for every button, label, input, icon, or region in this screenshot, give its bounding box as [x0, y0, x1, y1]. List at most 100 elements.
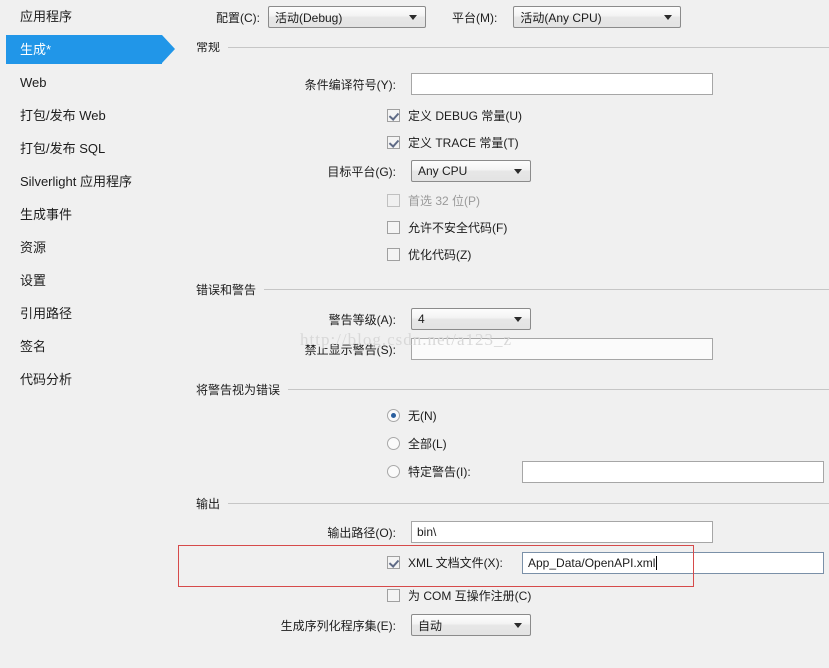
serialization-assembly-label: 生成序列化程序集(E): — [280, 618, 396, 633]
group-divider — [228, 47, 829, 48]
prefer-32bit-label: 首选 32 位(P) — [408, 194, 481, 208]
chevron-down-icon — [664, 15, 673, 20]
treat-warnings-none-label: 无(N) — [408, 409, 437, 423]
treat-warnings-group-header: 将警告视为错误 — [196, 381, 829, 398]
optimize-code-checkbox-row[interactable]: 优化代码(Z) — [387, 246, 471, 263]
sidebar: 应用程序 生成* Web 打包/发布 Web 打包/发布 SQL Silverl… — [0, 0, 182, 666]
configuration-row: 配置(C): 活动(Debug) 平台(M): 活动(Any CPU) — [216, 6, 682, 28]
sidebar-item-package-publish-sql[interactable]: 打包/发布 SQL — [0, 132, 182, 165]
sidebar-item-code-analysis[interactable]: 代码分析 — [0, 363, 182, 396]
sidebar-item-label: 打包/发布 Web — [20, 108, 106, 123]
define-debug-checkbox-row[interactable]: 定义 DEBUG 常量(U) — [387, 107, 522, 124]
define-trace-checkbox-row[interactable]: 定义 TRACE 常量(T) — [387, 134, 519, 151]
treat-warnings-specific-radio-row[interactable]: 特定警告(I): — [387, 463, 471, 480]
target-platform-dropdown-value: Any CPU — [418, 164, 468, 178]
sidebar-item-label: Web — [20, 75, 47, 90]
output-group-title: 输出 — [196, 497, 221, 511]
general-group-title: 常规 — [196, 42, 221, 53]
xml-doc-label: XML 文档文件(X): — [408, 556, 503, 570]
sidebar-item-reference-paths[interactable]: 引用路径 — [0, 297, 182, 330]
xml-doc-input-value: App_Data/OpenAPI.xml — [528, 556, 656, 570]
chevron-down-icon — [514, 169, 522, 174]
radio-icon[interactable] — [387, 437, 400, 450]
register-com-label: 为 COM 互操作注册(C) — [408, 589, 532, 603]
warning-level-row: 警告等级(A): 4 — [231, 308, 531, 330]
allow-unsafe-checkbox-row[interactable]: 允许不安全代码(F) — [387, 219, 507, 236]
radio-icon[interactable] — [387, 409, 400, 422]
treat-warnings-group-title: 将警告视为错误 — [196, 383, 281, 397]
build-settings-pane: 配置(C): 活动(Debug) 平台(M): 活动(Any CPU) 常规 条… — [182, 0, 829, 666]
sidebar-item-silverlight-application[interactable]: Silverlight 应用程序 — [0, 165, 182, 198]
sidebar-item-label: 生成* — [20, 42, 52, 57]
checkbox-icon — [387, 194, 400, 207]
group-divider — [264, 289, 829, 290]
warning-level-dropdown[interactable]: 4 — [411, 308, 531, 330]
serialization-assembly-dropdown-value: 自动 — [418, 618, 443, 633]
checkbox-icon[interactable] — [387, 556, 400, 569]
chevron-down-icon — [514, 623, 522, 628]
serialization-assembly-row: 生成序列化程序集(E): 自动 — [231, 614, 531, 636]
platform-dropdown[interactable]: 活动(Any CPU) — [513, 6, 682, 28]
output-path-input[interactable]: bin\ — [411, 521, 713, 543]
checkbox-icon[interactable] — [387, 589, 400, 602]
serialization-assembly-dropdown[interactable]: 自动 — [411, 614, 531, 636]
sidebar-item-resources[interactable]: 资源 — [0, 231, 182, 264]
sidebar-item-build[interactable]: 生成* — [0, 33, 182, 66]
sidebar-item-label: 应用程序 — [20, 9, 73, 24]
specific-warnings-input[interactable] — [522, 461, 824, 483]
general-group-header: 常规 — [196, 42, 829, 53]
conditional-symbols-input[interactable] — [411, 73, 713, 95]
platform-dropdown-value: 活动(Any CPU) — [520, 10, 602, 25]
radio-icon[interactable] — [387, 465, 400, 478]
output-path-label: 输出路径(O): — [327, 525, 396, 540]
sidebar-item-application[interactable]: 应用程序 — [0, 0, 182, 33]
suppress-warnings-row: 禁止显示警告(S): — [231, 338, 829, 360]
sidebar-item-package-publish-web[interactable]: 打包/发布 Web — [0, 99, 182, 132]
output-group-header: 输出 — [196, 495, 829, 512]
optimize-code-label: 优化代码(Z) — [408, 248, 472, 262]
configuration-label: 配置(C): — [216, 10, 260, 25]
treat-warnings-all-label: 全部(L) — [408, 437, 447, 451]
sidebar-item-settings[interactable]: 设置 — [0, 264, 182, 297]
sidebar-item-label: 打包/发布 SQL — [20, 141, 106, 156]
suppress-warnings-label: 禁止显示警告(S): — [304, 342, 396, 357]
sidebar-item-label: 签名 — [20, 339, 47, 354]
sidebar-item-build-events[interactable]: 生成事件 — [0, 198, 182, 231]
chevron-down-icon — [514, 317, 522, 322]
sidebar-selection-arrow-icon — [162, 35, 175, 63]
group-divider — [288, 389, 829, 390]
treat-warnings-none-radio-row[interactable]: 无(N) — [387, 407, 437, 424]
checkbox-icon[interactable] — [387, 136, 400, 149]
register-com-checkbox-row[interactable]: 为 COM 互操作注册(C) — [387, 587, 531, 604]
sidebar-item-label: 设置 — [20, 273, 47, 288]
configuration-dropdown[interactable]: 活动(Debug) — [268, 6, 426, 28]
configuration-dropdown-value: 活动(Debug) — [275, 10, 343, 25]
project-properties-window: 应用程序 生成* Web 打包/发布 Web 打包/发布 SQL Silverl… — [0, 0, 829, 666]
allow-unsafe-label: 允许不安全代码(F) — [408, 221, 508, 235]
checkbox-icon[interactable] — [387, 109, 400, 122]
sidebar-item-web[interactable]: Web — [0, 66, 182, 99]
sidebar-item-signing[interactable]: 签名 — [0, 330, 182, 363]
xml-doc-input[interactable]: App_Data/OpenAPI.xml — [522, 552, 824, 574]
sidebar-item-label: 资源 — [20, 240, 47, 255]
errors-group-header: 错误和警告 — [196, 281, 829, 298]
sidebar-item-label: 引用路径 — [20, 306, 73, 321]
prefer-32bit-checkbox-row: 首选 32 位(P) — [387, 192, 480, 209]
target-platform-row: 目标平台(G): Any CPU — [231, 160, 531, 182]
define-debug-label: 定义 DEBUG 常量(U) — [408, 109, 523, 123]
checkbox-icon[interactable] — [387, 248, 400, 261]
checkbox-icon[interactable] — [387, 221, 400, 234]
chevron-down-icon — [409, 15, 417, 20]
sidebar-item-label: 生成事件 — [20, 207, 73, 222]
conditional-symbols-row: 条件编译符号(Y): — [231, 73, 829, 95]
target-platform-dropdown[interactable]: Any CPU — [411, 160, 531, 182]
platform-label: 平台(M): — [452, 10, 498, 25]
treat-warnings-all-radio-row[interactable]: 全部(L) — [387, 435, 447, 452]
conditional-symbols-label: 条件编译符号(Y): — [304, 77, 396, 92]
suppress-warnings-input[interactable] — [411, 338, 713, 360]
errors-group-title: 错误和警告 — [196, 283, 257, 297]
xml-doc-checkbox-row[interactable]: XML 文档文件(X): — [387, 554, 503, 571]
group-divider — [228, 503, 829, 504]
output-path-row: 输出路径(O): bin\ — [231, 521, 713, 543]
sidebar-item-label: Silverlight 应用程序 — [20, 174, 132, 189]
